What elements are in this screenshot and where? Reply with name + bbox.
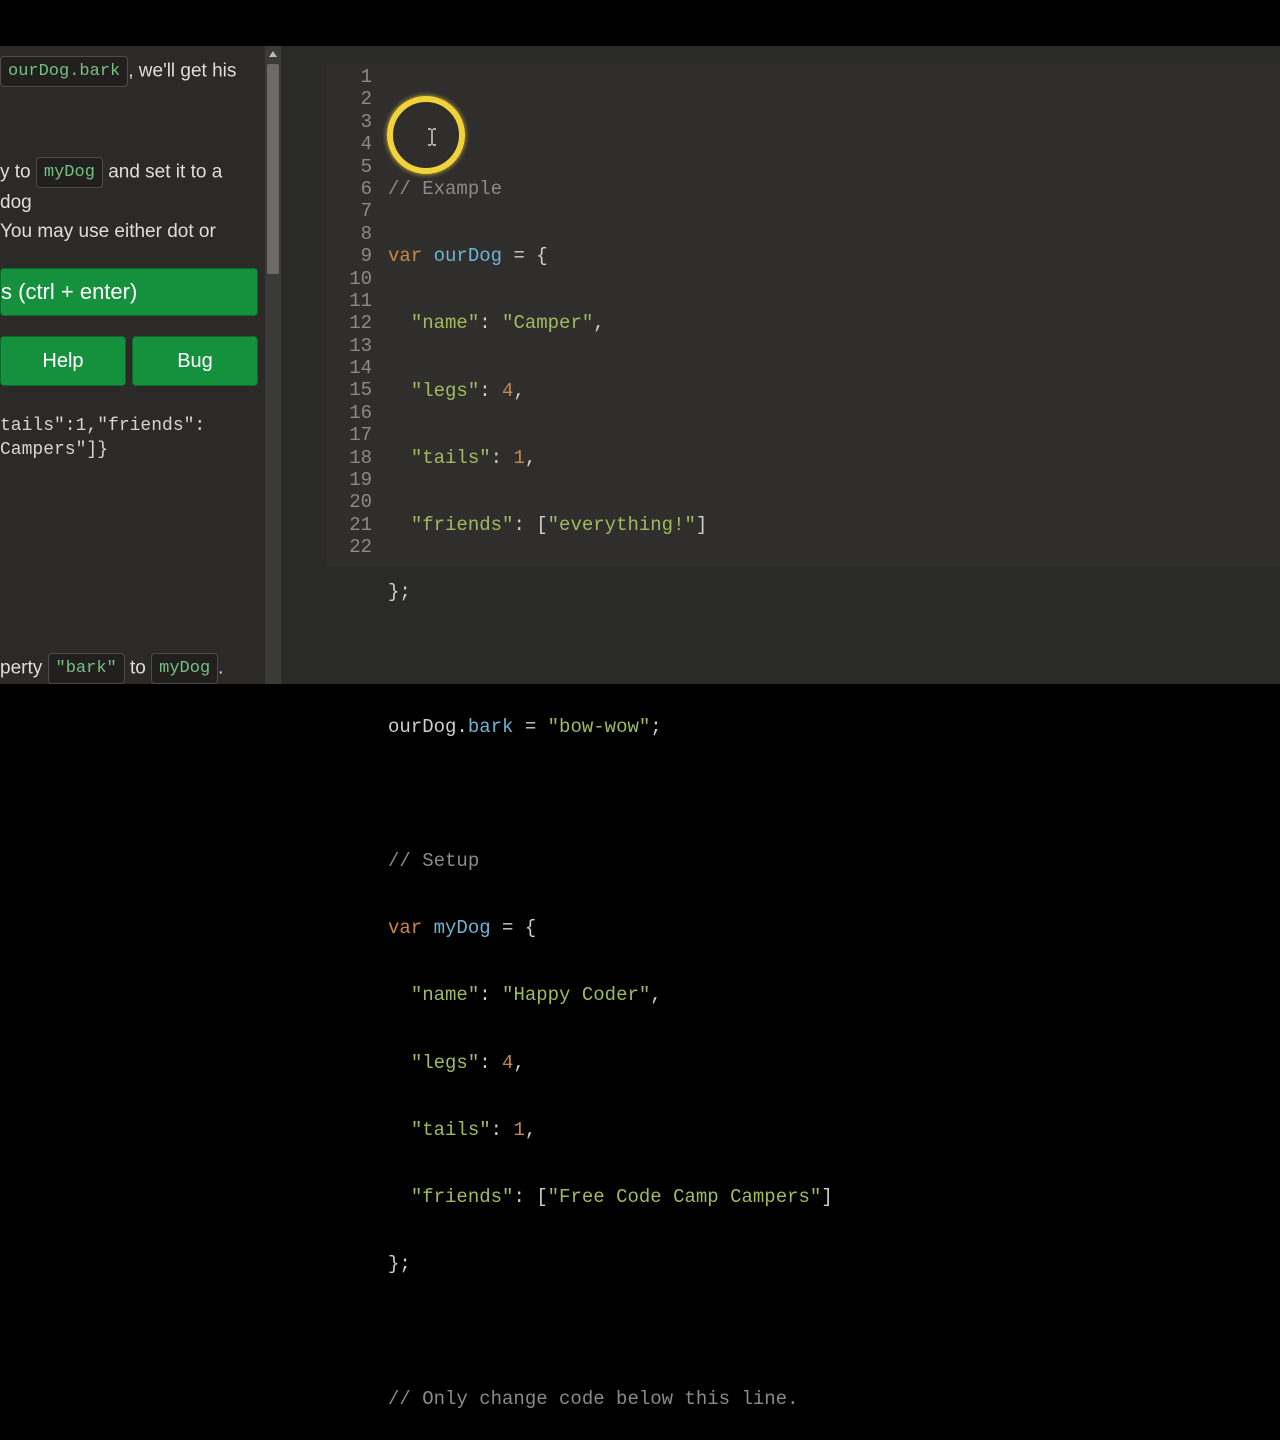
code-chip-ourdog-bark: ourDog.bark bbox=[0, 56, 128, 87]
output-line: Campers"]} bbox=[0, 438, 259, 462]
text-fragment: , we'll get his bbox=[128, 61, 236, 82]
code-line: "tails": 1, bbox=[388, 1119, 1280, 1141]
code-chip-mydog-2: myDog bbox=[151, 653, 218, 684]
line-number: 9 bbox=[326, 245, 382, 267]
bug-button[interactable]: Bug bbox=[132, 336, 258, 386]
code-line bbox=[388, 1320, 1280, 1342]
instruction-fragment-1: ourDog.bark, we'll get his bbox=[0, 56, 259, 87]
code-line: }; bbox=[388, 1253, 1280, 1275]
left-scrollbar[interactable] bbox=[265, 46, 281, 684]
text-fragment: . bbox=[218, 658, 223, 679]
text-fragment: perty bbox=[0, 658, 48, 679]
line-number: 18 bbox=[326, 447, 382, 469]
help-button[interactable]: Help bbox=[0, 336, 126, 386]
line-number: 21 bbox=[326, 514, 382, 536]
code-line: "legs": 4, bbox=[388, 1052, 1280, 1074]
run-tests-button[interactable]: s (ctrl + enter) bbox=[0, 268, 258, 316]
line-number-gutter: 1 2 3 4 5 6 7 8 9 10 11 12 13 14 15 16 1… bbox=[326, 64, 382, 566]
line-number: 11 bbox=[326, 290, 382, 312]
code-line bbox=[388, 111, 1280, 133]
code-line: "name": "Happy Coder", bbox=[388, 984, 1280, 1006]
instruction-fragment-2: y to myDog and set it to a dog You may u… bbox=[0, 157, 259, 246]
text-fragment: y to bbox=[0, 162, 36, 183]
code-line: "tails": 1, bbox=[388, 447, 1280, 469]
code-line: var myDog = { bbox=[388, 917, 1280, 939]
line-number: 6 bbox=[326, 178, 382, 200]
text-fragment: You may use either dot or bbox=[0, 221, 216, 242]
line-number: 14 bbox=[326, 357, 382, 379]
code-editor[interactable]: 1 2 3 4 5 6 7 8 9 10 11 12 13 14 15 16 1… bbox=[326, 64, 1280, 566]
scroll-up-button[interactable] bbox=[265, 46, 281, 62]
line-number: 20 bbox=[326, 491, 382, 513]
line-number: 19 bbox=[326, 469, 382, 491]
line-number: 15 bbox=[326, 379, 382, 401]
code-line bbox=[388, 783, 1280, 805]
app-stage: ourDog.bark, we'll get his y to myDog an… bbox=[0, 46, 1280, 684]
line-number: 12 bbox=[326, 312, 382, 334]
line-number: 3 bbox=[326, 111, 382, 133]
code-chip-bark: "bark" bbox=[48, 653, 125, 684]
code-line: // Only change code below this line. bbox=[388, 1388, 1280, 1410]
code-line: var ourDog = { bbox=[388, 245, 1280, 267]
line-number: 7 bbox=[326, 200, 382, 222]
panel-gap bbox=[281, 46, 326, 684]
code-line: }; bbox=[388, 581, 1280, 603]
code-line bbox=[388, 648, 1280, 670]
line-number: 2 bbox=[326, 88, 382, 110]
line-number: 8 bbox=[326, 223, 382, 245]
hint-fragment: perty "bark" to myDog. bbox=[0, 653, 223, 684]
line-number: 4 bbox=[326, 133, 382, 155]
scroll-thumb[interactable] bbox=[267, 64, 279, 274]
code-line: "name": "Camper", bbox=[388, 312, 1280, 334]
chevron-up-icon bbox=[268, 50, 278, 58]
line-number: 22 bbox=[326, 536, 382, 558]
code-chip-mydog: myDog bbox=[36, 157, 103, 188]
code-line: "legs": 4, bbox=[388, 380, 1280, 402]
action-buttons: s (ctrl + enter) Help Bug bbox=[0, 268, 258, 386]
line-number: 5 bbox=[326, 156, 382, 178]
code-line: // Setup bbox=[388, 850, 1280, 872]
text-fragment: to bbox=[125, 658, 151, 679]
line-number: 17 bbox=[326, 424, 382, 446]
line-number: 1 bbox=[326, 66, 382, 88]
code-line: ourDog.bark = "bow-wow"; bbox=[388, 716, 1280, 738]
output-fragment: tails":1,"friends": Campers"]} bbox=[0, 414, 259, 462]
line-number: 16 bbox=[326, 402, 382, 424]
code-line: "friends": ["everything!"] bbox=[388, 514, 1280, 536]
code-content[interactable]: // Example var ourDog = { "name": "Campe… bbox=[388, 64, 1280, 566]
instructions-panel: ourDog.bark, we'll get his y to myDog an… bbox=[0, 46, 265, 684]
code-line: "friends": ["Free Code Camp Campers"] bbox=[388, 1186, 1280, 1208]
line-number: 13 bbox=[326, 335, 382, 357]
output-line: tails":1,"friends": bbox=[0, 414, 259, 438]
code-line: // Example bbox=[388, 178, 1280, 200]
line-number: 10 bbox=[326, 268, 382, 290]
